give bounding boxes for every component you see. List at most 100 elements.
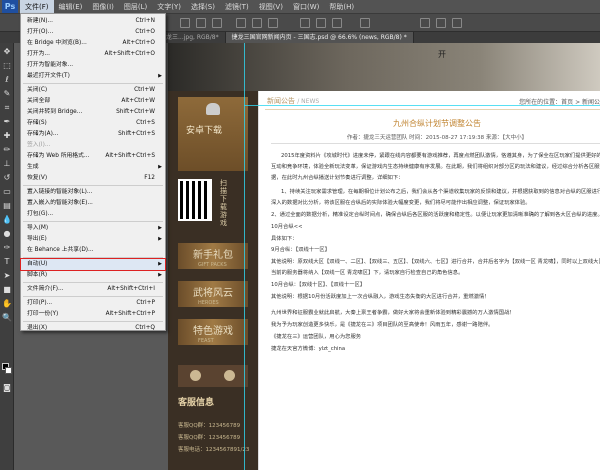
guide-line-vertical[interactable]: [244, 43, 245, 470]
paragraph: 具体如下：: [271, 235, 298, 242]
file-menu-item-shortcut: Ctrl+N: [135, 18, 155, 24]
file-menu-item[interactable]: 生成 ▶: [21, 162, 165, 173]
stamp-tool-icon[interactable]: ⊥: [2, 159, 12, 169]
menu-window[interactable]: 窗口(W): [288, 0, 324, 14]
menu-image[interactable]: 图像(I): [87, 0, 119, 14]
submenu-arrow-icon: ▶: [158, 73, 162, 79]
shape-tool-icon[interactable]: ■: [2, 285, 12, 295]
align-top-icon[interactable]: [236, 18, 246, 28]
menu-view[interactable]: 视图(V): [254, 0, 288, 14]
dodge-tool-icon[interactable]: ●: [2, 229, 12, 239]
file-menu-item[interactable]: 脚本(R) ▶: [21, 270, 165, 281]
file-menu-item-shortcut: Alt+Shift+Ctrl+O: [104, 51, 155, 57]
quick-select-tool-icon[interactable]: ✎: [2, 89, 12, 99]
lasso-tool-icon[interactable]: ℓ: [2, 75, 12, 85]
paragraph: 2015年度资料片《攻城时代》进度未停，紧跟在线内容都要有游戏推荐，再度点燃团队…: [271, 153, 600, 181]
history-brush-tool-icon[interactable]: ↺: [2, 173, 12, 183]
tools-panel: ✥ ⬚ ℓ ✎ ⌗ ✒ ✚ ✏ ⊥ ↺ ▭ ▤ 💧 ● ✑ T ➤ ■ ✋ 🔍 …: [0, 43, 14, 470]
file-menu-item[interactable]: 导出(E) ▶: [21, 234, 165, 245]
menu-select[interactable]: 选择(S): [186, 0, 220, 14]
eraser-tool-icon[interactable]: ▭: [2, 187, 12, 197]
menu-file[interactable]: 文件(F): [20, 0, 54, 14]
file-menu-item[interactable]: 置入链接的智能对象(L)...: [21, 187, 165, 198]
marquee-tool-icon[interactable]: ⬚: [2, 61, 12, 71]
file-menu-item[interactable]: 存储(S) Ctrl+S: [21, 118, 165, 129]
distribute-h-icon[interactable]: [316, 18, 326, 28]
file-menu-item[interactable]: 在 Bridge 中浏览(B)... Alt+Ctrl+O: [21, 38, 165, 49]
menu-separator: [23, 321, 163, 322]
tab-doc-jpg[interactable]: 龙三...jpg, RGB/8*: [160, 32, 226, 43]
file-menu-item-shortcut: Ctrl+W: [134, 87, 155, 93]
healing-tool-icon[interactable]: ✚: [2, 131, 12, 141]
quick-mask-icon[interactable]: ◙: [2, 383, 12, 393]
file-menu-item[interactable]: 关闭(C) Ctrl+W: [21, 85, 165, 96]
file-menu-item[interactable]: 退出(X) Ctrl+Q: [21, 323, 165, 334]
type-tool-icon[interactable]: T: [2, 257, 12, 267]
align-left-icon[interactable]: [180, 18, 190, 28]
file-menu-item[interactable]: 签入(I)...: [21, 140, 165, 151]
file-menu-item[interactable]: 关闭并转到 Bridge... Shift+Ctrl+W: [21, 107, 165, 118]
paragraph: 10月合纵<<: [271, 223, 303, 230]
file-menu-item[interactable]: 最近打开文件(T) ▶: [21, 71, 165, 82]
photoshop-logo[interactable]: Ps: [2, 0, 18, 13]
file-menu-item-label: 最近打开文件(T): [27, 73, 70, 79]
align-middle-icon[interactable]: [252, 18, 262, 28]
menu-help[interactable]: 帮助(H): [324, 0, 359, 14]
file-menu-item[interactable]: 文件简介(F)... Alt+Shift+Ctrl+I: [21, 284, 165, 295]
auto-align-icon[interactable]: [360, 18, 370, 28]
android-download-panel[interactable]: 安卓下载: [178, 97, 248, 171]
hero-text: 开: [438, 50, 446, 59]
file-menu-item[interactable]: 存储为 Web 所用格式... Alt+Shift+Ctrl+S: [21, 151, 165, 162]
zoom-tool-icon[interactable]: 🔍: [2, 313, 12, 323]
blur-tool-icon[interactable]: 💧: [2, 215, 12, 225]
menu-type[interactable]: 文字(Y): [152, 0, 186, 14]
align-right-icon[interactable]: [212, 18, 222, 28]
guide-line-horizontal[interactable]: [244, 105, 600, 106]
menu-layer[interactable]: 图层(L): [119, 0, 152, 14]
distribute-icon[interactable]: [300, 18, 310, 28]
file-menu-item-label: 生成: [27, 164, 39, 170]
align-bottom-icon[interactable]: [268, 18, 278, 28]
3d-mode-icon[interactable]: [420, 18, 430, 28]
file-menu-item[interactable]: 恢复(V) F12: [21, 173, 165, 184]
file-menu-item[interactable]: 置入嵌入的智能对象(E)...: [21, 198, 165, 209]
file-menu-item-label: 在 Behance 上共享(D)...: [27, 247, 94, 253]
file-menu-item[interactable]: 存储为(A)... Shift+Ctrl+S: [21, 129, 165, 140]
tab-doc-psd[interactable]: 捷龙三国官网新闻内页 - 三国志.psd @ 66.6% (news, RGB/…: [225, 32, 414, 43]
pen-tool-icon[interactable]: ✑: [2, 243, 12, 253]
file-menu-item[interactable]: 自动(U) ▶: [20, 258, 166, 271]
brush-tool-icon[interactable]: ✏: [2, 145, 12, 155]
menu-separator: [23, 296, 163, 297]
path-select-tool-icon[interactable]: ➤: [2, 271, 12, 281]
service-qq-1: 客服QQ群：123456789: [178, 423, 241, 429]
menu-filter[interactable]: 滤镜(T): [220, 0, 254, 14]
distribute-v-icon[interactable]: [332, 18, 342, 28]
wechat-icon[interactable]: [224, 370, 235, 381]
move-tool-icon[interactable]: ✥: [2, 47, 12, 57]
service-phone: 客服电话：1234567891/23: [178, 447, 250, 453]
file-menu-item[interactable]: 打开为智能对象...: [21, 60, 165, 71]
3d-rotate-icon[interactable]: [436, 18, 446, 28]
article-title: 九州合纵计划节调整公告: [393, 119, 481, 128]
qr-label: 扫描下载游戏: [220, 179, 227, 227]
file-menu-item-label: 打开(O)...: [27, 29, 54, 35]
file-menu-item[interactable]: 在 Behance 上共享(D)...: [21, 245, 165, 256]
heroes-sub: HEROES: [198, 300, 219, 306]
background-color-swatch[interactable]: [5, 367, 12, 374]
file-menu-item[interactable]: 打印(P)... Ctrl+P: [21, 298, 165, 309]
file-menu-item[interactable]: 打印一份(Y) Alt+Shift+Ctrl+P: [21, 309, 165, 320]
file-menu-item[interactable]: 打开为... Alt+Shift+Ctrl+O: [21, 49, 165, 60]
file-menu-item[interactable]: 关闭全部 Alt+Ctrl+W: [21, 96, 165, 107]
eyedropper-tool-icon[interactable]: ✒: [2, 117, 12, 127]
file-menu-item[interactable]: 打开(O)... Ctrl+O: [21, 27, 165, 38]
align-center-icon[interactable]: [196, 18, 206, 28]
weibo-icon[interactable]: [190, 370, 201, 381]
crop-tool-icon[interactable]: ⌗: [2, 103, 12, 113]
hand-tool-icon[interactable]: ✋: [2, 299, 12, 309]
file-menu-item[interactable]: 导入(M) ▶: [21, 223, 165, 234]
file-menu-item[interactable]: 新建(N)... Ctrl+N: [21, 16, 165, 27]
gradient-tool-icon[interactable]: ▤: [2, 201, 12, 211]
menu-edit[interactable]: 编辑(E): [54, 0, 88, 14]
3d-pan-icon[interactable]: [452, 18, 462, 28]
file-menu-item[interactable]: 打包(G)...: [21, 209, 165, 220]
